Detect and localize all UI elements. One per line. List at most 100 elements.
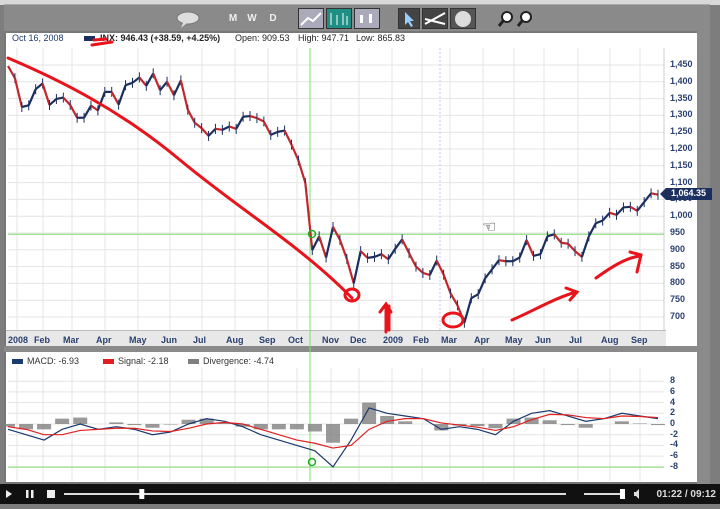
price-y-tick: 950 [670,227,686,237]
x-tick-label: 2008 [8,335,29,345]
seek-handle[interactable] [139,489,145,499]
price-y-tick: 700 [670,311,686,321]
divergence-bar [253,424,268,430]
x-tick-label: Apr [96,335,112,345]
x-tick-label: Mar [63,335,80,345]
macd-y-tick: -2 [670,428,679,439]
price-candle [367,255,375,259]
price-candle [7,65,16,79]
pause-icon[interactable] [26,490,29,498]
stop-icon[interactable] [47,490,55,498]
playback-time: 01:22 / 09:12 [656,489,717,500]
price-candle [553,233,563,244]
divergence-bar [307,424,322,432]
divergence-bar [109,422,124,424]
divergence-bar [55,418,70,424]
price-candle [491,259,500,270]
divergence-bar [380,415,395,424]
macd-y-tick: 4 [670,396,676,407]
price-candle [145,72,155,87]
divergence-bar [651,424,665,426]
price-candle [172,79,182,96]
x-tick-label: Jun [161,335,178,345]
price-candle [650,192,659,196]
macd-y-tick: -6 [670,450,679,461]
price-candle [194,121,203,130]
price-candle [636,201,646,212]
price-candle [518,239,528,258]
divergence-bar [326,424,340,443]
divergence-bar [145,424,160,428]
price-candle [643,192,652,203]
price-y-tick: 1,350 [670,92,693,103]
price-candle [525,239,535,257]
price-y-tick: 900 [670,243,686,254]
price-candle [615,206,625,216]
divergence-bar [344,418,359,424]
x-tick-label: Feb [413,335,430,345]
divergence-bar [271,424,286,430]
price-y-tick: 1,450 [670,59,693,69]
price-candle [277,129,285,133]
price-candle [48,98,58,106]
divergence-bar [560,424,575,426]
price-candle [352,250,362,284]
x-tick-label: May [129,335,147,345]
price-candle [27,88,37,106]
price-candle [623,205,631,209]
x-tick-label: Apr [474,335,490,345]
divergence-bar [37,424,52,430]
macd-y-tick: 6 [670,385,676,396]
price-candle [484,268,493,280]
price-y-tick: 1,200 [670,143,693,153]
price-candle [401,238,411,254]
divergence-bar [488,424,503,429]
price-candle [249,115,258,120]
price-candle [408,252,417,268]
hand-drawn-annotation [6,56,354,300]
price-candle [359,250,369,259]
hand-drawn-annotation [378,301,393,334]
price-candle [179,80,189,110]
price-y-tick: 1,100 [670,176,693,187]
divergence-bar [127,424,142,426]
price-candle [338,239,348,260]
hand-drawn-annotation [594,250,643,280]
price-candle [34,82,44,91]
price-candle [561,241,569,245]
price-candle [311,235,321,251]
price-candle [242,114,251,118]
speaker-icon[interactable] [634,489,639,499]
macd-y-tick: 2 [670,407,676,418]
video-player-bar: 01:22 / 09:12 [0,484,720,504]
x-tick-label: Feb [34,335,51,345]
divergence-bar [542,420,557,424]
price-candle [125,81,133,87]
x-tick-label: Sep [631,335,648,345]
price-candle [609,211,617,216]
chart-canvas[interactable]: ☜ [0,0,720,484]
price-candle [83,105,92,119]
price-candle [318,236,328,258]
price-candle [325,226,335,258]
price-candle [422,271,431,277]
volume-slider[interactable] [584,493,624,495]
price-candle [449,292,459,306]
price-candle [186,109,196,124]
divergence-bar [614,421,629,424]
price-candle [580,236,590,258]
divergence-bar [578,424,593,428]
price-candle [235,116,245,130]
x-tick-label: Jul [569,335,583,345]
macd-y-tick: 8 [670,375,676,386]
divergence-bar [632,423,647,424]
play-icon[interactable] [6,490,12,498]
price-candle [117,84,127,106]
divergence-legend-item: Divergence: -4.74 [188,356,274,366]
volume-handle[interactable] [620,489,625,499]
x-tick-label: Nov [322,335,340,345]
divergence-bar [398,421,413,424]
hand-drawn-annotation [90,37,114,47]
price-candle [159,81,168,91]
price-y-tick: 850 [670,260,686,271]
